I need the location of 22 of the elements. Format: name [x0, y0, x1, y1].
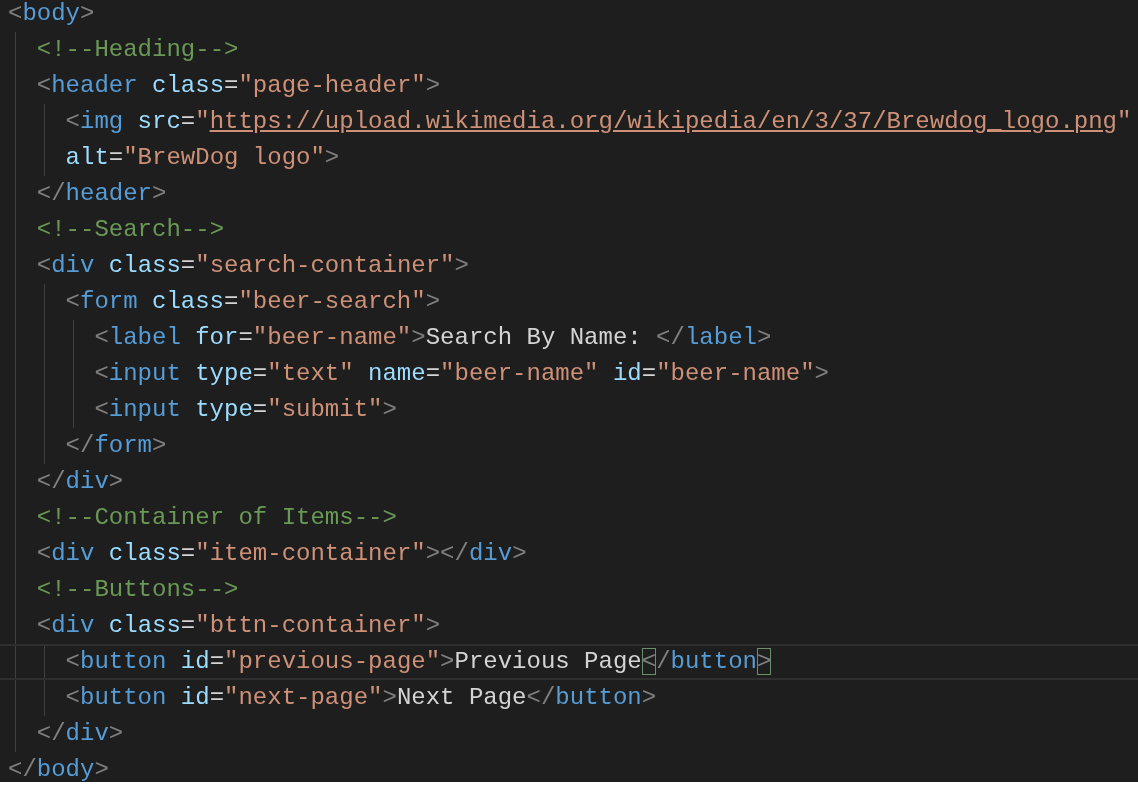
code-line: <!--Heading--> [36, 35, 239, 65]
code-line: <!--Buttons--> [36, 575, 239, 605]
code-line: </form> [65, 431, 167, 461]
code-line: <img src="https://upload.wikimedia.org/wikipedia/en/3/37/Brewdog_logo.png" [65, 107, 1132, 137]
code-line: </div> [36, 467, 124, 497]
code-line: <div class="item-container"></div> [36, 539, 527, 569]
code-line: <form class="beer-search"> [65, 287, 441, 317]
code-line: alt="BrewDog logo"> [65, 143, 340, 173]
code-line: <body> [8, 0, 95, 29]
code-line: <!--Search--> [36, 215, 225, 245]
code-line: <label for="beer-name">Search By Name: </label> [94, 323, 772, 353]
code-line: <button id="next-page">Next Page</button> [65, 683, 657, 713]
code-line: <button id="previous-page">Previous Page</button> [65, 647, 772, 677]
code-line: <input type="text" name="beer-name" id="beer-name"> [94, 359, 829, 389]
code-line: <!--Container of Items--> [36, 503, 397, 533]
code-line: </body> [8, 755, 109, 782]
code-line: </header> [36, 179, 167, 209]
code-line: <div class="bttn-container"> [36, 611, 441, 641]
code-line: </div> [36, 719, 124, 749]
code-line: <div class="search-container"> [36, 251, 469, 281]
code-line: <input type="submit"> [94, 395, 397, 425]
code-line: <header class="page-header"> [36, 71, 441, 101]
